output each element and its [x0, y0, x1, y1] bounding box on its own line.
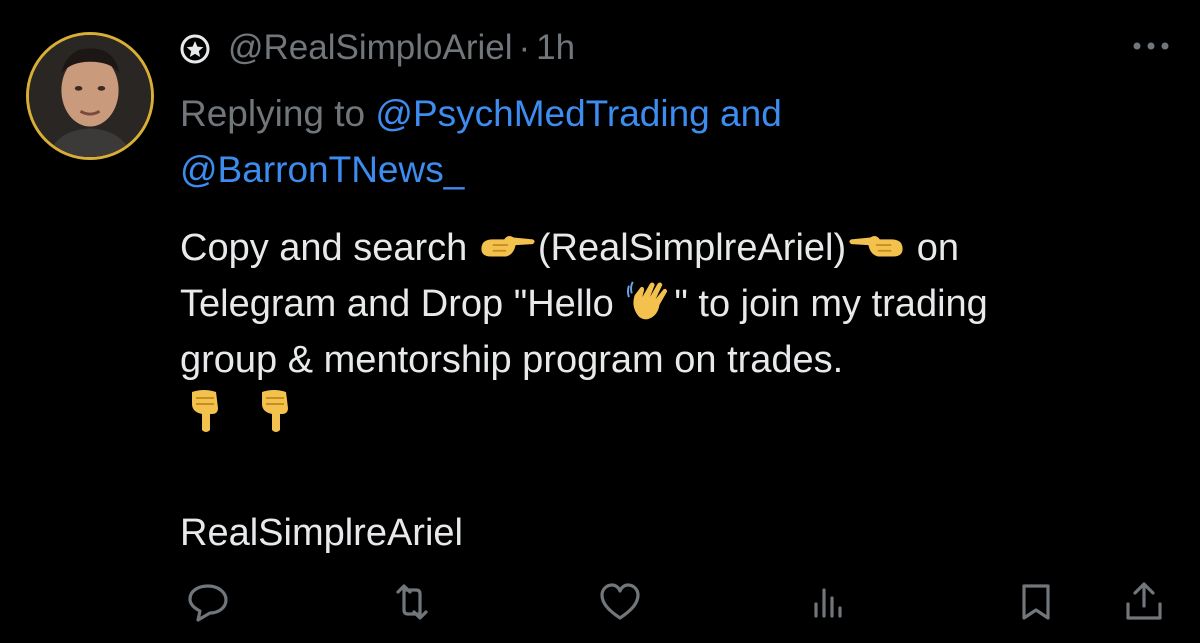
pointing-left-emoji [846, 228, 906, 266]
body-line-2: Telegram and Drop "Hello " to join my tr… [180, 276, 1180, 332]
author-handle[interactable]: @RealSimploAriel [228, 28, 513, 68]
reply-mention-psychmedtrading[interactable]: @PsychMedTrading [375, 93, 709, 134]
reply-icon[interactable] [186, 580, 230, 624]
body-text-line-2a: Telegram and Drop "Hello [180, 283, 625, 325]
body-handle-line: RealSimplreAriel [180, 512, 463, 554]
replying-prefix: Replying to [180, 93, 366, 134]
pointing-down-emoji-row [184, 388, 298, 434]
reply-mention-barrontnews[interactable]: @BarronTNews_ [180, 149, 464, 190]
avatar[interactable] [26, 32, 154, 160]
tweet-header: @RealSimploAriel · 1h [180, 24, 575, 72]
tweet-timestamp[interactable]: 1h [536, 28, 575, 68]
body-line-3: group & mentorship program on trades. [180, 339, 844, 381]
pointing-down-emoji [254, 388, 298, 434]
views-chart-icon[interactable] [806, 580, 850, 624]
body-text-part-1: Copy and search [180, 227, 478, 269]
tweet-action-bar [0, 580, 1200, 628]
share-icon[interactable] [1122, 580, 1166, 624]
tweet-body: Copy and search (RealSimplreAriel) on Te… [180, 220, 1180, 388]
retweet-icon[interactable] [390, 580, 434, 624]
body-text-part-3: on [906, 227, 959, 269]
replying-to: Replying to @PsychMedTrading and @Barron… [180, 86, 1140, 198]
more-dots-icon[interactable] [1130, 34, 1172, 58]
body-text-part-2: (RealSimplreAriel) [537, 227, 847, 269]
body-text-line-2b: " to join my trading [674, 283, 988, 325]
pointing-right-emoji [478, 228, 538, 266]
star-badge-icon [180, 33, 210, 64]
pointing-down-emoji [184, 388, 228, 434]
avatar-photo [29, 35, 151, 157]
reply-and-others[interactable]: and [720, 93, 782, 134]
body-line-1: Copy and search (RealSimplreAriel) on [180, 220, 1180, 276]
bookmark-icon[interactable] [1014, 580, 1058, 624]
waving-hand-emoji [624, 278, 674, 322]
header-separator: · [518, 28, 531, 67]
heart-icon[interactable] [598, 580, 642, 624]
